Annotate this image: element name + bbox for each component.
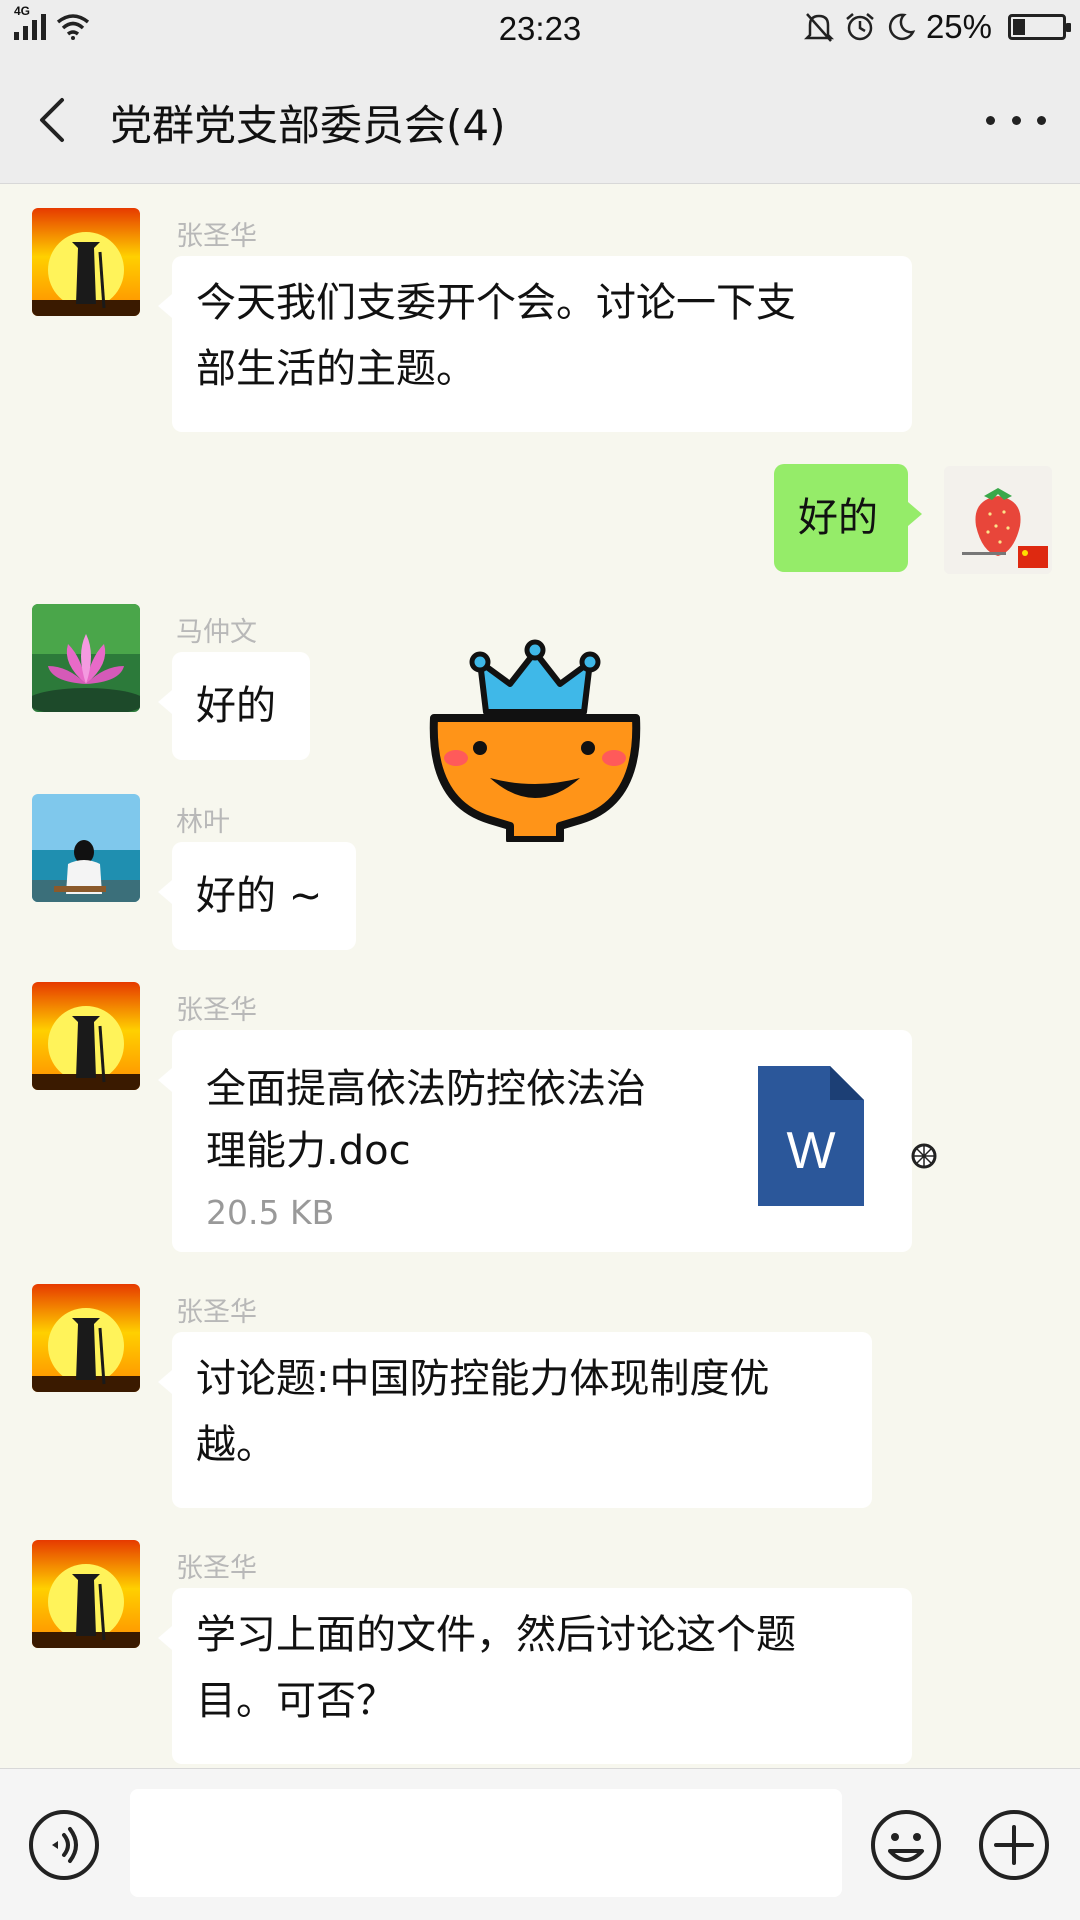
avatar[interactable] xyxy=(32,1540,140,1648)
message-line: 部生活的主题。 xyxy=(196,346,476,392)
alarm-icon xyxy=(846,13,874,41)
mute-bell-icon xyxy=(803,13,834,42)
battery-percent: 25% xyxy=(925,8,992,45)
sender-name: 张圣华 xyxy=(176,1297,257,1328)
emoji-icon[interactable] xyxy=(870,1809,942,1881)
sender-name: 张圣华 xyxy=(176,221,257,252)
message-line: 讨论题:中国防控能力体现制度优 xyxy=(196,1356,770,1402)
message-input[interactable] xyxy=(130,1789,842,1897)
avatar-self[interactable] xyxy=(944,466,1052,574)
status-bar: 4G 23:23 25% xyxy=(0,0,1080,56)
message-line: 越。 xyxy=(196,1422,276,1468)
sender-name: 马仲文 xyxy=(176,617,257,648)
avatar[interactable] xyxy=(32,604,140,712)
voice-icon[interactable] xyxy=(28,1809,100,1881)
more-icon[interactable] xyxy=(986,106,1046,134)
plus-icon[interactable] xyxy=(978,1809,1050,1881)
message-bubble[interactable]: 学习上面的文件，然后讨论这个题 目。可否？ xyxy=(158,1588,912,1764)
chat-title: 党群党支部委员会(4) xyxy=(110,101,506,150)
battery-level xyxy=(1013,19,1025,35)
message-bubble[interactable]: 讨论题:中国防控能力体现制度优 越。 xyxy=(158,1332,872,1508)
wheel-icon xyxy=(911,1143,937,1169)
message-bubble[interactable]: 今天我们支委开个会。讨论一下支 部生活的主题。 xyxy=(158,256,912,432)
battery-icon xyxy=(1008,14,1071,40)
input-bar xyxy=(0,1768,1080,1920)
file-name-line: 理能力.doc xyxy=(206,1128,411,1174)
message-bubble[interactable]: 好的 xyxy=(158,652,310,760)
message-list[interactable]: 张圣华 今天我们支委开个会。讨论一下支 部生活的主题。 好的 马仲文 好的 林叶… xyxy=(0,184,1080,1768)
file-name: 全面提高依法防控依法治 理能力.doc xyxy=(206,1058,726,1182)
moon-icon xyxy=(888,13,916,41)
message-text: 好的 ~ xyxy=(196,873,323,919)
message-text: 好的 xyxy=(196,683,276,729)
chevron-left-icon[interactable] xyxy=(26,92,82,148)
sender-name: 张圣华 xyxy=(176,1553,257,1584)
avatar[interactable] xyxy=(32,794,140,902)
message-line: 目。可否？ xyxy=(196,1678,396,1724)
status-right: 25% xyxy=(803,8,1071,46)
file-message[interactable]: 全面提高依法防控依法治 理能力.doc 20.5 KB W xyxy=(158,1030,912,1252)
sender-name: 张圣华 xyxy=(176,995,257,1026)
sender-name: 林叶 xyxy=(176,807,230,838)
word-doc-icon: W xyxy=(758,1066,864,1206)
message-bubble-self[interactable]: 好的 xyxy=(774,464,922,572)
avatar[interactable] xyxy=(32,1284,140,1392)
file-size: 20.5 KB xyxy=(206,1193,335,1232)
chat-header: 党群党支部委员会(4) xyxy=(0,56,1080,184)
message-bubble[interactable]: 好的 ~ xyxy=(158,842,356,950)
doc-icon-letter: W xyxy=(786,1122,835,1180)
message-line: 学习上面的文件，然后讨论这个题 xyxy=(196,1612,796,1658)
crown-face-sticker[interactable] xyxy=(420,622,650,842)
avatar[interactable] xyxy=(32,208,140,316)
message-line: 今天我们支委开个会。讨论一下支 xyxy=(196,280,796,326)
message-text: 好的 xyxy=(798,495,878,541)
avatar[interactable] xyxy=(32,982,140,1090)
file-name-line: 全面提高依法防控依法治 xyxy=(206,1066,646,1112)
